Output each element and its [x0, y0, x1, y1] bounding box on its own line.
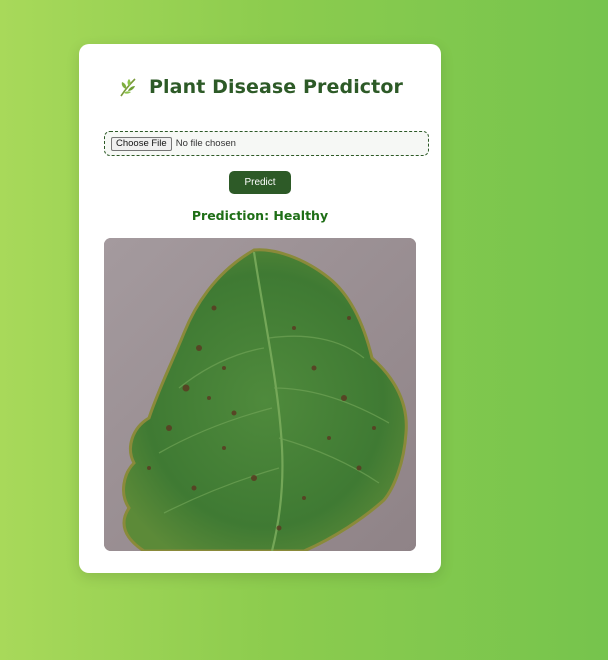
- predict-button[interactable]: Predict: [229, 171, 291, 194]
- prediction-result: Prediction: Healthy: [191, 208, 329, 223]
- choose-file-button[interactable]: Choose File: [111, 136, 172, 151]
- page-title: Plant Disease Predictor: [149, 76, 403, 98]
- file-upload-field[interactable]: Choose File No file chosen: [104, 131, 429, 156]
- file-status-text: No file chosen: [175, 138, 236, 149]
- leaf-photo: [104, 238, 416, 551]
- leaf-icon: [117, 76, 139, 98]
- header: Plant Disease Predictor: [79, 76, 441, 98]
